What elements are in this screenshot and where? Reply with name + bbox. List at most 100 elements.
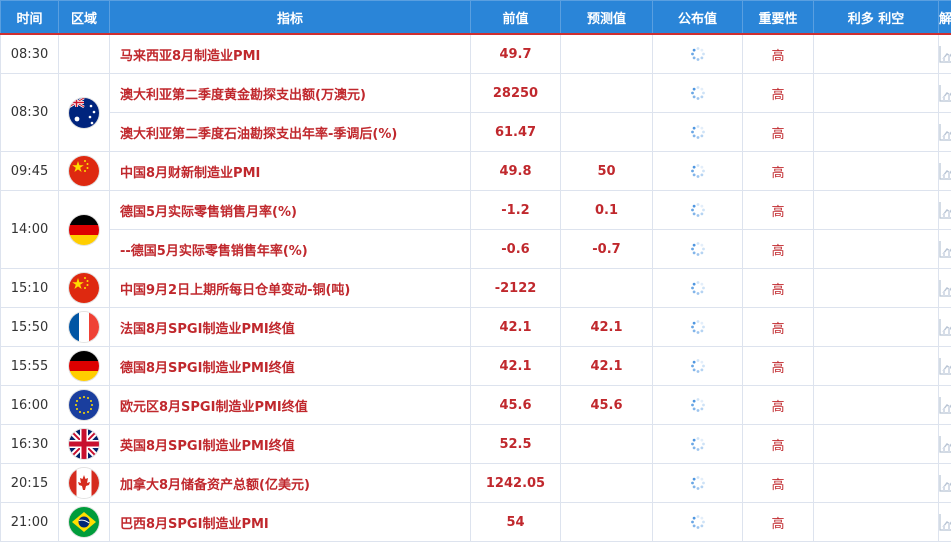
time-cell: 16:30: [0, 424, 59, 464]
loading-spinner-icon: [690, 46, 706, 62]
importance-value: 高: [742, 268, 814, 308]
forecast-value: 45.6: [560, 385, 653, 425]
effect-cell: [813, 385, 939, 425]
analysis-cell[interactable]: [938, 268, 951, 308]
time-cell: 09:45: [0, 151, 59, 191]
actual-value-cell: [652, 307, 743, 347]
indicator-link[interactable]: --德国5月实际零售销售年率(%): [109, 229, 471, 269]
table-row: 14:00 德国5月实际零售销售月率(%) -1.2 0.1 高: [0, 190, 951, 269]
analysis-cell[interactable]: [938, 502, 951, 542]
effect-cell: [813, 73, 939, 113]
forecast-value: [560, 424, 653, 464]
indicator-link[interactable]: 中国8月财新制造业PMI: [109, 151, 471, 191]
time-cell: 21:00: [0, 502, 59, 542]
effect-cell: [813, 307, 939, 347]
effect-cell: [813, 346, 939, 386]
indicator-link[interactable]: 加拿大8月储备资产总额(亿美元): [109, 463, 471, 503]
indicator-link[interactable]: 澳大利亚第二季度石油勘探支出年率-季调后(%): [109, 112, 471, 152]
loading-spinner-icon: [690, 358, 706, 374]
time-cell: 14:00: [0, 190, 59, 269]
table-header-row: 时间 区域 指标 前值 预测值 公布值 重要性 利多 利空 解读: [0, 0, 951, 35]
actual-value-cell: [652, 268, 743, 308]
china-flag-icon: [69, 273, 99, 303]
indicator-link[interactable]: 德国5月实际零售销售月率(%): [109, 190, 471, 230]
chart-icon[interactable]: [939, 45, 951, 63]
importance-value: 高: [742, 190, 814, 230]
actual-value-cell: [652, 385, 743, 425]
chart-icon[interactable]: [939, 357, 951, 375]
indicator-link[interactable]: 马来西亚8月制造业PMI: [109, 33, 471, 74]
region-cell: [58, 151, 110, 191]
analysis-cell[interactable]: [938, 33, 951, 74]
table-row: 20:15 加拿大8月储备资产总额(亿美元) 1242.05 高: [0, 463, 951, 503]
previous-value: 42.1: [470, 307, 561, 347]
indicator-link[interactable]: 欧元区8月SPGI制造业PMI终值: [109, 385, 471, 425]
effect-cell: [813, 229, 939, 269]
actual-value-cell: [652, 73, 743, 113]
forecast-value: [560, 268, 653, 308]
actual-value-cell: [652, 151, 743, 191]
table-row: 16:30 英国8月SPGI制造业PMI终值 52.5 高: [0, 424, 951, 464]
previous-value: 42.1: [470, 346, 561, 386]
chart-icon[interactable]: [939, 162, 951, 180]
chart-icon[interactable]: [939, 240, 951, 258]
time-cell: 08:30: [0, 73, 59, 152]
forecast-value: 42.1: [560, 307, 653, 347]
chart-icon[interactable]: [939, 435, 951, 453]
analysis-cell[interactable]: [938, 151, 951, 191]
previous-value: -1.2: [470, 190, 561, 230]
effect-cell: [813, 463, 939, 503]
actual-value-cell: [652, 112, 743, 152]
chart-icon[interactable]: [939, 84, 951, 102]
header-time: 时间: [0, 0, 59, 35]
analysis-cell[interactable]: [938, 346, 951, 386]
indicator-link[interactable]: 英国8月SPGI制造业PMI终值: [109, 424, 471, 464]
time-cell: 16:00: [0, 385, 59, 425]
indicator-link[interactable]: 中国9月2日上期所每日仓单变动-铜(吨): [109, 268, 471, 308]
canada-flag-icon: [69, 468, 99, 498]
header-importance: 重要性: [742, 0, 814, 35]
analysis-cell[interactable]: [938, 307, 951, 347]
time-cell: 15:10: [0, 268, 59, 308]
loading-spinner-icon: [690, 163, 706, 179]
analysis-cell[interactable]: [938, 112, 951, 152]
analysis-cell[interactable]: [938, 385, 951, 425]
chart-icon[interactable]: [939, 201, 951, 219]
region-cell: [58, 33, 110, 74]
actual-value-cell: [652, 33, 743, 74]
importance-value: 高: [742, 463, 814, 503]
region-cell: [58, 307, 110, 347]
indicator-link[interactable]: 法国8月SPGI制造业PMI终值: [109, 307, 471, 347]
indicator-link[interactable]: 巴西8月SPGI制造业PMI: [109, 502, 471, 542]
header-indicator: 指标: [109, 0, 471, 35]
analysis-cell[interactable]: [938, 463, 951, 503]
forecast-value: [560, 463, 653, 503]
header-actual: 公布值: [652, 0, 743, 35]
actual-value-cell: [652, 190, 743, 230]
importance-value: 高: [742, 502, 814, 542]
analysis-cell[interactable]: [938, 424, 951, 464]
importance-value: 高: [742, 151, 814, 191]
chart-icon[interactable]: [939, 279, 951, 297]
australia-flag-icon: [69, 97, 99, 128]
analysis-cell[interactable]: [938, 229, 951, 269]
loading-spinner-icon: [690, 436, 706, 452]
chart-icon[interactable]: [939, 318, 951, 336]
actual-value-cell: [652, 424, 743, 464]
previous-value: 54: [470, 502, 561, 542]
indicator-link[interactable]: 德国8月SPGI制造业PMI终值: [109, 346, 471, 386]
header-effect: 利多 利空: [813, 0, 939, 35]
chart-icon[interactable]: [939, 396, 951, 414]
indicator-link[interactable]: 澳大利亚第二季度黄金勘探支出额(万澳元): [109, 73, 471, 113]
analysis-cell[interactable]: [938, 73, 951, 113]
chart-icon[interactable]: [939, 123, 951, 141]
chart-icon[interactable]: [939, 474, 951, 492]
forecast-value: [560, 502, 653, 542]
region-cell: [58, 190, 110, 269]
analysis-cell[interactable]: [938, 190, 951, 230]
chart-icon[interactable]: [939, 513, 951, 531]
loading-spinner-icon: [690, 397, 706, 413]
brazil-flag-icon: [69, 507, 99, 537]
forecast-value: 42.1: [560, 346, 653, 386]
loading-spinner-icon: [690, 514, 706, 530]
